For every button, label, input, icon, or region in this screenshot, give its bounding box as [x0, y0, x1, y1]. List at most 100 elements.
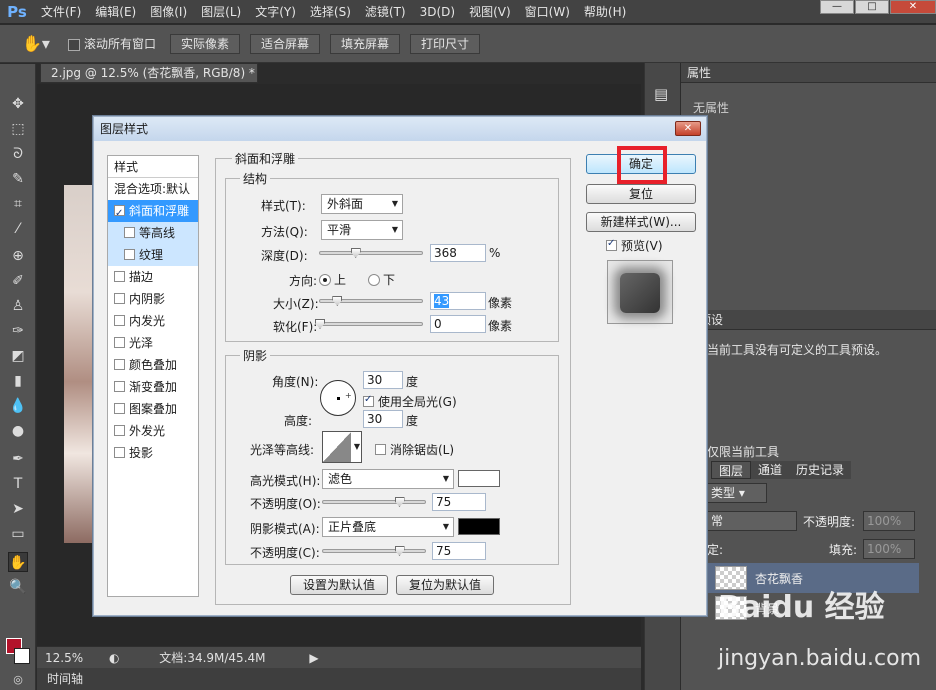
history-brush-tool-icon[interactable]: ✑ [8, 321, 28, 341]
layer-panel-tab-1[interactable]: 通道 [751, 461, 790, 479]
zoom-tool-icon[interactable]: 🔍 [8, 577, 28, 597]
menu-item-4[interactable]: 文字(Y) [248, 0, 303, 24]
altitude-input[interactable]: 30 [363, 410, 403, 428]
style-item-7[interactable]: 光泽 [108, 332, 198, 354]
size-input[interactable]: 43 [430, 292, 486, 310]
menu-item-3[interactable]: 图层(L) [194, 0, 248, 24]
style-item-checkbox[interactable] [114, 203, 125, 225]
menu-item-0[interactable]: 文件(F) [34, 0, 88, 24]
direction-up-option[interactable]: 上 [319, 271, 346, 288]
type-tool-icon[interactable]: T [8, 474, 28, 494]
shadow-opacity-slider[interactable] [322, 546, 426, 556]
hand-tool-icon[interactable]: ✋▾ [22, 34, 50, 53]
depth-slider[interactable] [319, 248, 423, 258]
menu-item-10[interactable]: 帮助(H) [577, 0, 633, 24]
style-item-10[interactable]: 图案叠加 [108, 398, 198, 420]
maximize-icon[interactable]: □ [855, 0, 889, 14]
blur-tool-icon[interactable]: 💧 [8, 396, 28, 416]
reset-default-button[interactable]: 复位为默认值 [396, 575, 494, 595]
menu-item-1[interactable]: 编辑(E) [88, 0, 143, 24]
style-item-checkbox[interactable] [114, 359, 125, 370]
view-button-2[interactable]: 填充屏幕 [330, 33, 401, 54]
menu-item-9[interactable]: 窗口(W) [518, 0, 577, 24]
style-item-checkbox[interactable] [114, 381, 125, 392]
healing-brush-tool-icon[interactable]: ⊕ [8, 246, 28, 266]
direction-down-radio[interactable] [368, 274, 380, 286]
pen-tool-icon[interactable]: ✒ [8, 449, 28, 469]
layer-kind-filter[interactable]: 类型 ▾ [707, 483, 767, 503]
zoom-level[interactable]: 12.5% [45, 651, 83, 665]
current-tool-only[interactable]: 仅限当前工具 [707, 443, 779, 460]
size-slider[interactable] [319, 296, 423, 306]
minimize-icon[interactable]: — [820, 0, 854, 14]
anti-alias-option[interactable]: 消除锯齿(L) [375, 441, 454, 458]
menu-item-2[interactable]: 图像(I) [143, 0, 194, 24]
crop-tool-icon[interactable]: ⌗ [8, 194, 28, 214]
opacity-field[interactable]: 100% [863, 511, 915, 531]
blend-mode-select[interactable]: 常 [707, 511, 797, 531]
quick-select-tool-icon[interactable]: ✎ [8, 169, 28, 189]
view-button-0[interactable]: 实际像素 [169, 33, 240, 54]
layer-panel-tab-2[interactable]: 历史记录 [789, 461, 852, 479]
quick-mask-icon[interactable]: ◎ [8, 670, 28, 690]
style-item-checkbox[interactable] [114, 337, 125, 348]
style-item-12[interactable]: 投影 [108, 442, 198, 464]
timeline-panel-tab[interactable]: 时间轴 [37, 668, 641, 690]
anti-alias-checkbox[interactable] [375, 444, 386, 455]
shadow-opacity-input[interactable]: 75 [432, 542, 486, 560]
fill-field[interactable]: 100% [863, 539, 915, 559]
soften-input[interactable]: 0 [430, 315, 486, 333]
tool-presets-tab[interactable]: 具预设 [681, 310, 936, 330]
lasso-tool-icon[interactable]: ᘐ [8, 144, 28, 164]
shadow-color-swatch[interactable] [458, 518, 500, 535]
technique-select[interactable]: 平滑 [321, 220, 403, 240]
style-item-2[interactable]: 等高线 [108, 222, 198, 244]
dialog-close-icon[interactable]: ✕ [675, 121, 701, 136]
style-item-3[interactable]: 纹理 [108, 244, 198, 266]
menu-item-5[interactable]: 选择(S) [303, 0, 358, 24]
path-select-tool-icon[interactable]: ➤ [8, 499, 28, 519]
style-item-1[interactable]: 斜面和浮雕 [108, 200, 198, 225]
style-item-checkbox[interactable] [114, 447, 125, 458]
menu-item-6[interactable]: 滤镜(T) [358, 0, 413, 24]
soften-slider[interactable] [315, 319, 423, 329]
preview-option[interactable]: 预览(V) [606, 237, 663, 254]
style-item-0[interactable]: 混合选项:默认 [108, 178, 198, 200]
scroll-all-option[interactable]: 滚动所有窗口 [67, 35, 156, 52]
document-tab[interactable]: 2.jpg @ 12.5% (杏花飘香, RGB/8) * ✕ [40, 63, 258, 98]
status-arrow-icon[interactable]: ▶ [309, 651, 318, 665]
global-light-checkbox[interactable] [363, 394, 374, 407]
highlight-opacity-input[interactable]: 75 [432, 493, 486, 511]
direction-up-radio[interactable] [319, 274, 331, 286]
background-color[interactable] [14, 648, 30, 664]
reset-button[interactable]: 复位 [586, 184, 696, 204]
scroll-all-checkbox[interactable] [67, 38, 80, 51]
menu-item-8[interactable]: 视图(V) [462, 0, 518, 24]
style-item-checkbox[interactable] [124, 249, 135, 260]
angle-dial[interactable]: + [320, 380, 356, 416]
status-options-icon[interactable]: ◐ [109, 651, 119, 665]
style-item-9[interactable]: 渐变叠加 [108, 376, 198, 398]
style-item-checkbox[interactable] [114, 293, 125, 304]
style-item-8[interactable]: 颜色叠加 [108, 354, 198, 376]
depth-input[interactable]: 368 [430, 244, 486, 262]
shadow-mode-select[interactable]: 正片叠底 [322, 517, 454, 537]
history-panel-icon[interactable]: ▤ [654, 85, 668, 103]
style-item-6[interactable]: 内发光 [108, 310, 198, 332]
style-item-checkbox[interactable] [114, 315, 125, 326]
style-item-4[interactable]: 描边 [108, 266, 198, 288]
direction-down-option[interactable]: 下 [368, 271, 395, 288]
shape-tool-icon[interactable]: ▭ [8, 524, 28, 544]
style-item-checkbox[interactable] [124, 227, 135, 238]
gradient-tool-icon[interactable]: ▮ [8, 371, 28, 391]
properties-tab[interactable]: 属性 [681, 63, 936, 83]
view-button-3[interactable]: 打印尺寸 [410, 33, 481, 54]
highlight-mode-select[interactable]: 滤色 [322, 469, 454, 489]
eraser-tool-icon[interactable]: ◩ [8, 346, 28, 366]
highlight-opacity-slider[interactable] [322, 497, 426, 507]
new-style-button[interactable]: 新建样式(W)... [586, 212, 696, 232]
view-button-1[interactable]: 适合屏幕 [249, 33, 320, 54]
preview-checkbox[interactable] [606, 238, 617, 251]
style-item-checkbox[interactable] [114, 425, 125, 436]
set-default-button[interactable]: 设置为默认值 [290, 575, 388, 595]
